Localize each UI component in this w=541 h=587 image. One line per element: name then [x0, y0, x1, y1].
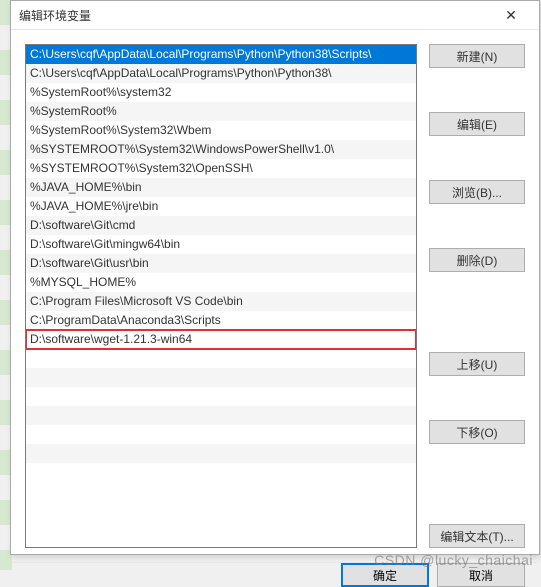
list-item[interactable] — [26, 368, 416, 387]
new-button[interactable]: 新建(N) — [429, 44, 525, 68]
close-icon: ✕ — [505, 7, 517, 24]
close-button[interactable]: ✕ — [491, 1, 531, 29]
path-listbox[interactable]: C:\Users\cqf\AppData\Local\Programs\Pyth… — [25, 44, 417, 548]
edit-text-button[interactable]: 编辑文本(T)... — [429, 524, 525, 548]
list-item[interactable] — [26, 349, 416, 368]
delete-button[interactable]: 删除(D) — [429, 248, 525, 272]
edit-env-var-dialog: 编辑环境变量 ✕ C:\Users\cqf\AppData\Local\Prog… — [10, 0, 540, 555]
browse-button[interactable]: 浏览(B)... — [429, 180, 525, 204]
button-column: 新建(N) 编辑(E) 浏览(B)... 删除(D) 上移(U) 下移(O) 编… — [429, 44, 525, 548]
list-item[interactable]: D:\software\wget-1.21.3-win64 — [26, 330, 416, 349]
list-item[interactable]: D:\software\Git\usr\bin — [26, 254, 416, 273]
list-item[interactable] — [26, 387, 416, 406]
list-item[interactable]: %SystemRoot%\System32\Wbem — [26, 121, 416, 140]
list-item[interactable] — [26, 463, 416, 482]
list-item[interactable]: C:\Users\cqf\AppData\Local\Programs\Pyth… — [26, 45, 416, 64]
list-item[interactable] — [26, 444, 416, 463]
list-item[interactable]: C:\Users\cqf\AppData\Local\Programs\Pyth… — [26, 64, 416, 83]
list-item[interactable]: D:\software\Git\mingw64\bin — [26, 235, 416, 254]
titlebar: 编辑环境变量 ✕ — [11, 1, 539, 30]
list-item[interactable]: C:\ProgramData\Anaconda3\Scripts — [26, 311, 416, 330]
list-item[interactable]: %SystemRoot% — [26, 102, 416, 121]
dialog-title: 编辑环境变量 — [19, 7, 491, 24]
edit-button[interactable]: 编辑(E) — [429, 112, 525, 136]
list-item[interactable]: %JAVA_HOME%\bin — [26, 178, 416, 197]
list-item[interactable]: %SYSTEMROOT%\System32\WindowsPowerShell\… — [26, 140, 416, 159]
move-up-button[interactable]: 上移(U) — [429, 352, 525, 376]
move-down-button[interactable]: 下移(O) — [429, 420, 525, 444]
list-item[interactable]: %JAVA_HOME%\jre\bin — [26, 197, 416, 216]
list-item[interactable] — [26, 406, 416, 425]
watermark-text: CSDN @lucky_chaichai — [374, 552, 533, 568]
list-item[interactable]: D:\software\Git\cmd — [26, 216, 416, 235]
dialog-content: C:\Users\cqf\AppData\Local\Programs\Pyth… — [11, 30, 539, 562]
list-item[interactable] — [26, 425, 416, 444]
list-item[interactable]: %SystemRoot%\system32 — [26, 83, 416, 102]
list-item[interactable]: C:\Program Files\Microsoft VS Code\bin — [26, 292, 416, 311]
list-item[interactable]: %SYSTEMROOT%\System32\OpenSSH\ — [26, 159, 416, 178]
list-item[interactable]: %MYSQL_HOME% — [26, 273, 416, 292]
